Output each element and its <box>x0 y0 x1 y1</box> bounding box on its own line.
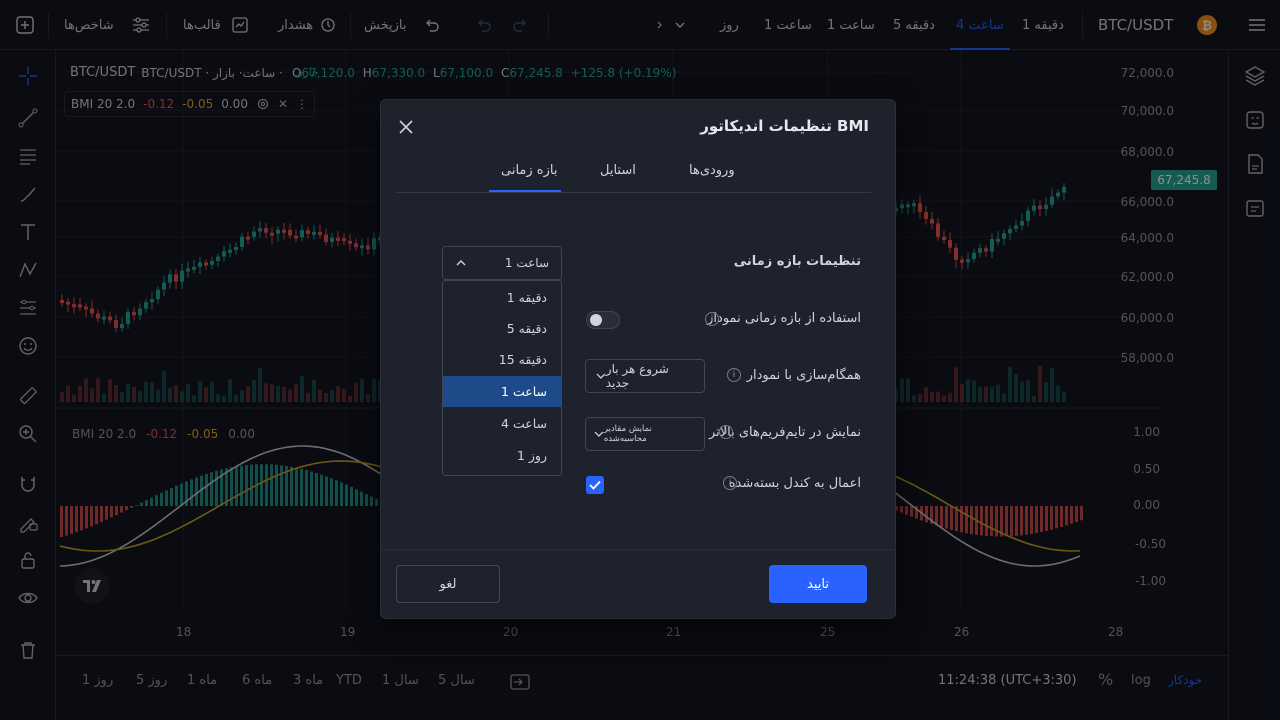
closed-candle-label: اعمال به کندل بسته‌شده <box>728 476 861 491</box>
info-icon[interactable]: i <box>719 425 733 439</box>
higher-timeframes-value: نمایش مقادیر محاسبه‌شده <box>603 424 652 444</box>
higher-timeframes-select[interactable]: نمایش مقادیر محاسبه‌شده <box>585 417 705 451</box>
cancel-button[interactable]: لغو <box>396 565 500 603</box>
tab-style[interactable]: استایل <box>600 163 636 178</box>
dialog-title: تنظیمات اندیکاتور BMI <box>700 117 869 135</box>
tabs-divider <box>397 192 871 193</box>
dropdown-option[interactable]: 1 دقیقه <box>443 282 561 313</box>
info-icon[interactable]: i <box>723 476 737 490</box>
sync-select-value: شروع هر بار جدید <box>605 362 669 390</box>
tab-inputs[interactable]: ورودی‌ها <box>689 163 735 178</box>
dropdown-option[interactable]: 1 روز <box>443 440 561 471</box>
indicator-settings-dialog: تنظیمات اندیکاتور BMI ورودی‌ها استایل با… <box>380 99 896 619</box>
timeframe-dropdown-list: 1 دقیقه 5 دقیقه 15 دقیقه 1 ساعت 4 ساعت 1… <box>442 280 562 476</box>
use-chart-timeframe-toggle[interactable] <box>586 311 620 329</box>
dropdown-option[interactable]: 5 دقیقه <box>443 313 561 344</box>
app-window: شاخص‌ها قالب‌ها هشدار بازپخش <box>0 0 1280 720</box>
sync-label: همگام‌سازی با نمودار <box>746 368 861 383</box>
chevron-down-icon <box>596 373 606 379</box>
sync-select[interactable]: شروع هر بار جدید <box>585 359 705 393</box>
check-icon <box>589 480 601 490</box>
ok-button[interactable]: تایید <box>769 565 867 603</box>
dropdown-option[interactable]: 15 دقیقه <box>443 344 561 375</box>
closed-candle-checkbox[interactable] <box>586 476 604 494</box>
chevron-down-icon <box>594 431 604 437</box>
dropdown-option-selected[interactable]: 1 ساعت <box>443 376 561 407</box>
use-chart-timeframe-label: استفاده از بازه زمانی نمودار <box>707 311 861 326</box>
chevron-up-icon <box>456 260 466 266</box>
section-title: تنظیمات بازه زمانی <box>733 254 861 269</box>
active-tab-indicator <box>489 190 561 192</box>
timeframe-select-value: 1 ساعت <box>504 256 549 270</box>
toggle-knob <box>590 314 602 326</box>
close-icon[interactable] <box>395 116 417 138</box>
dropdown-option[interactable]: 4 ساعت <box>443 408 561 439</box>
info-icon[interactable]: i <box>705 312 719 326</box>
tab-timeframe[interactable]: بازه زمانی <box>501 163 557 178</box>
timeframe-select[interactable]: 1 ساعت <box>442 246 562 280</box>
dialog-footer-divider <box>381 549 895 550</box>
info-icon[interactable]: i <box>727 368 741 382</box>
